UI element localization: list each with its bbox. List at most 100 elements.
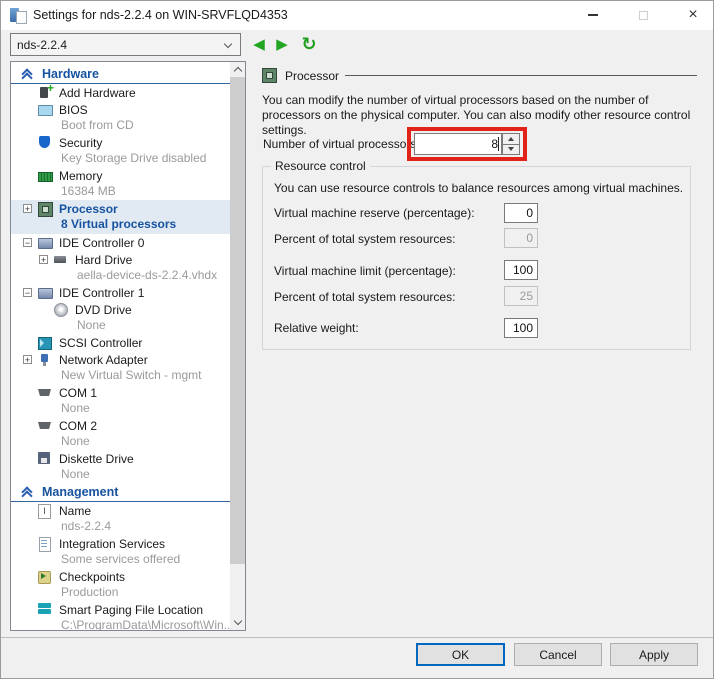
chevron-up-icon [233, 67, 241, 75]
sidebar-item-diskette-drive-sub: None [11, 467, 230, 483]
apply-button[interactable]: Apply [610, 643, 698, 666]
relative-weight-label: Relative weight: [274, 321, 359, 335]
sidebar-item-com1-sub: None [11, 401, 230, 417]
sidebar-item-checkpoints-sub: Production [11, 585, 230, 601]
collapse-icon[interactable] [21, 69, 33, 80]
integration-services-icon [38, 537, 52, 550]
expand-icon[interactable]: + [23, 355, 32, 364]
minimize-icon [588, 14, 598, 16]
sidebar-item-label: Add Hardware [59, 86, 136, 100]
sidebar-item-hard-drive-sub: aella-device-ds-2.2.4.vhdx [11, 268, 230, 284]
sidebar-item-label: Processor [59, 202, 118, 216]
refresh-icon: ↻ [301, 34, 316, 55]
sidebar-item-memory[interactable]: Memory [11, 167, 230, 184]
cancel-button[interactable]: Cancel [514, 643, 602, 666]
hard-drive-icon [54, 253, 68, 266]
vm-limit-input[interactable] [504, 260, 538, 280]
hardware-tree: Hardware Add Hardware BIOS Boot from CD … [11, 62, 230, 630]
ok-button[interactable]: OK [416, 643, 505, 666]
limit-percent-label: Percent of total system resources: [274, 290, 455, 304]
sidebar-item-label: Smart Paging File Location [59, 603, 203, 617]
vm-reserve-label: Virtual machine reserve (percentage): [274, 206, 475, 220]
sidebar-item-label: Name [59, 504, 91, 518]
sidebar-item-dvd-drive[interactable]: DVD Drive [11, 301, 230, 318]
sidebar-item-diskette-drive[interactable]: Diskette Drive [11, 450, 230, 467]
settings-sidebar: Hardware Add Hardware BIOS Boot from CD … [10, 61, 246, 631]
sidebar-item-label: Checkpoints [59, 570, 125, 584]
sidebar-item-add-hardware[interactable]: Add Hardware [11, 84, 230, 101]
spinner-down-button[interactable] [502, 144, 520, 156]
processor-chip-icon [38, 202, 52, 215]
sidebar-item-smart-paging-sub: C:\ProgramData\Microsoft\Win... [11, 618, 230, 630]
resource-control-group: Resource control You can use resource co… [262, 166, 691, 350]
sidebar-item-hard-drive[interactable]: + Hard Drive [11, 251, 230, 268]
sidebar-item-label: Network Adapter [59, 353, 148, 367]
maximize-button [626, 0, 660, 30]
collapse-icon[interactable]: − [23, 288, 32, 297]
sidebar-item-com2[interactable]: COM 2 [11, 417, 230, 434]
sidebar-item-com1[interactable]: COM 1 [11, 384, 230, 401]
expand-icon[interactable]: + [23, 204, 32, 213]
scroll-up-button[interactable] [230, 62, 245, 77]
back-icon: ◀ [253, 35, 265, 53]
checkpoints-icon [38, 570, 52, 583]
memory-icon [38, 169, 52, 182]
close-button[interactable]: × [676, 0, 710, 30]
expand-icon[interactable]: + [39, 255, 48, 264]
scrollbar-thumb[interactable] [230, 77, 245, 564]
collapse-icon[interactable]: − [23, 238, 32, 247]
refresh-button[interactable]: ↻ [299, 32, 319, 56]
vm-selector-value: nds-2.2.4 [17, 38, 67, 52]
sidebar-item-name[interactable]: Name [11, 502, 230, 519]
sidebar-item-smart-paging[interactable]: Smart Paging File Location [11, 601, 230, 618]
sidebar-section-management[interactable]: Management [11, 483, 230, 502]
com-port-icon [38, 419, 52, 432]
vcpu-count-input[interactable] [414, 133, 502, 155]
bios-icon [38, 103, 52, 116]
vm-reserve-input[interactable] [504, 203, 538, 223]
minimize-button[interactable] [576, 0, 610, 30]
text-cursor [498, 137, 499, 151]
sidebar-item-processor[interactable]: + Processor [11, 200, 230, 217]
dvd-drive-icon [54, 303, 68, 316]
vm-selector-dropdown[interactable]: nds-2.2.4 [10, 33, 241, 56]
triangle-down-icon [508, 147, 514, 151]
vcpu-spinner [414, 133, 520, 155]
header-rule [345, 75, 697, 76]
sidebar-item-ide-controller-1[interactable]: − IDE Controller 1 [11, 284, 230, 301]
collapse-icon[interactable] [21, 487, 33, 498]
sidebar-section-hardware[interactable]: Hardware [11, 65, 230, 84]
sidebar-item-security[interactable]: Security [11, 134, 230, 151]
reserve-percent-label: Percent of total system resources: [274, 232, 455, 246]
sidebar-item-ide-controller-0[interactable]: − IDE Controller 0 [11, 234, 230, 251]
ide-controller-icon [38, 286, 52, 299]
sidebar-item-network-adapter-sub: New Virtual Switch - mgmt [11, 368, 230, 384]
sidebar-item-label: Security [59, 136, 102, 150]
navigate-back-button[interactable]: ◀ [249, 32, 269, 56]
security-shield-icon [38, 136, 52, 149]
spinner-up-button[interactable] [502, 133, 520, 144]
toolbar: nds-2.2.4 ◀ ▶ ↻ [0, 30, 714, 60]
relative-weight-input[interactable] [504, 318, 538, 338]
sidebar-item-label: Memory [59, 169, 102, 183]
sidebar-item-label: Integration Services [59, 537, 165, 551]
sidebar-item-network-adapter[interactable]: + Network Adapter [11, 351, 230, 368]
close-icon: × [688, 7, 697, 23]
ide-controller-icon [38, 236, 52, 249]
sidebar-scrollbar[interactable] [230, 62, 245, 630]
sidebar-item-bios[interactable]: BIOS [11, 101, 230, 118]
processor-chip-icon [262, 68, 276, 82]
navigate-forward-button[interactable]: ▶ [272, 32, 292, 56]
sidebar-item-checkpoints[interactable]: Checkpoints [11, 568, 230, 585]
group-legend: Resource control [271, 159, 370, 173]
diskette-icon [38, 452, 52, 465]
scroll-down-button[interactable] [230, 615, 245, 630]
window-title: Settings for nds-2.2.4 on WIN-SRVFLQD435… [33, 8, 288, 22]
sidebar-item-integration-services[interactable]: Integration Services [11, 535, 230, 552]
page-title: Processor [285, 69, 339, 83]
sidebar-item-processor-sub: 8 Virtual processors [11, 217, 230, 234]
sidebar-item-bios-sub: Boot from CD [11, 118, 230, 134]
forward-icon: ▶ [276, 35, 288, 53]
sidebar-item-scsi-controller[interactable]: SCSI Controller [11, 334, 230, 351]
maximize-icon [639, 11, 648, 20]
